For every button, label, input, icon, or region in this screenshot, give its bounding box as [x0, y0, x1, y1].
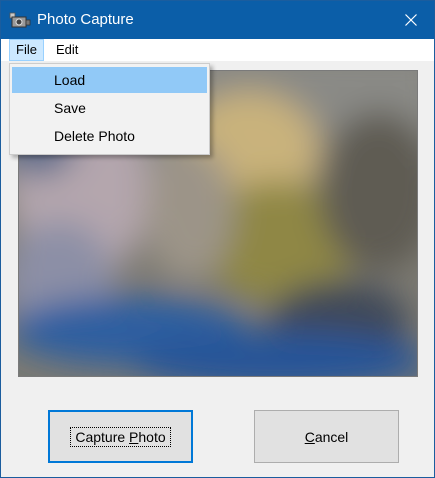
- menu-edit[interactable]: Edit: [50, 39, 84, 61]
- menu-file[interactable]: File: [9, 39, 44, 61]
- file-menu-dropdown: Load Save Delete Photo: [9, 63, 210, 155]
- close-button[interactable]: [388, 1, 434, 39]
- cancel-button[interactable]: Cancel: [254, 410, 399, 463]
- menu-item-save[interactable]: Save: [12, 95, 207, 121]
- menu-item-load[interactable]: Load: [12, 67, 207, 93]
- cancel-button-label: Cancel: [304, 428, 349, 445]
- close-icon: [405, 14, 417, 26]
- window-title: Photo Capture: [37, 11, 134, 28]
- capture-photo-button-label: Capture Photo: [70, 426, 171, 447]
- camera-icon: [9, 11, 31, 29]
- menu-item-delete-photo[interactable]: Delete Photo: [12, 123, 207, 149]
- capture-photo-button[interactable]: Capture Photo: [48, 410, 193, 463]
- photo-capture-window: Photo Capture File Edit Load Save Delete…: [0, 0, 435, 478]
- title-bar[interactable]: Photo Capture: [1, 1, 434, 39]
- menu-bar: File Edit: [1, 39, 434, 61]
